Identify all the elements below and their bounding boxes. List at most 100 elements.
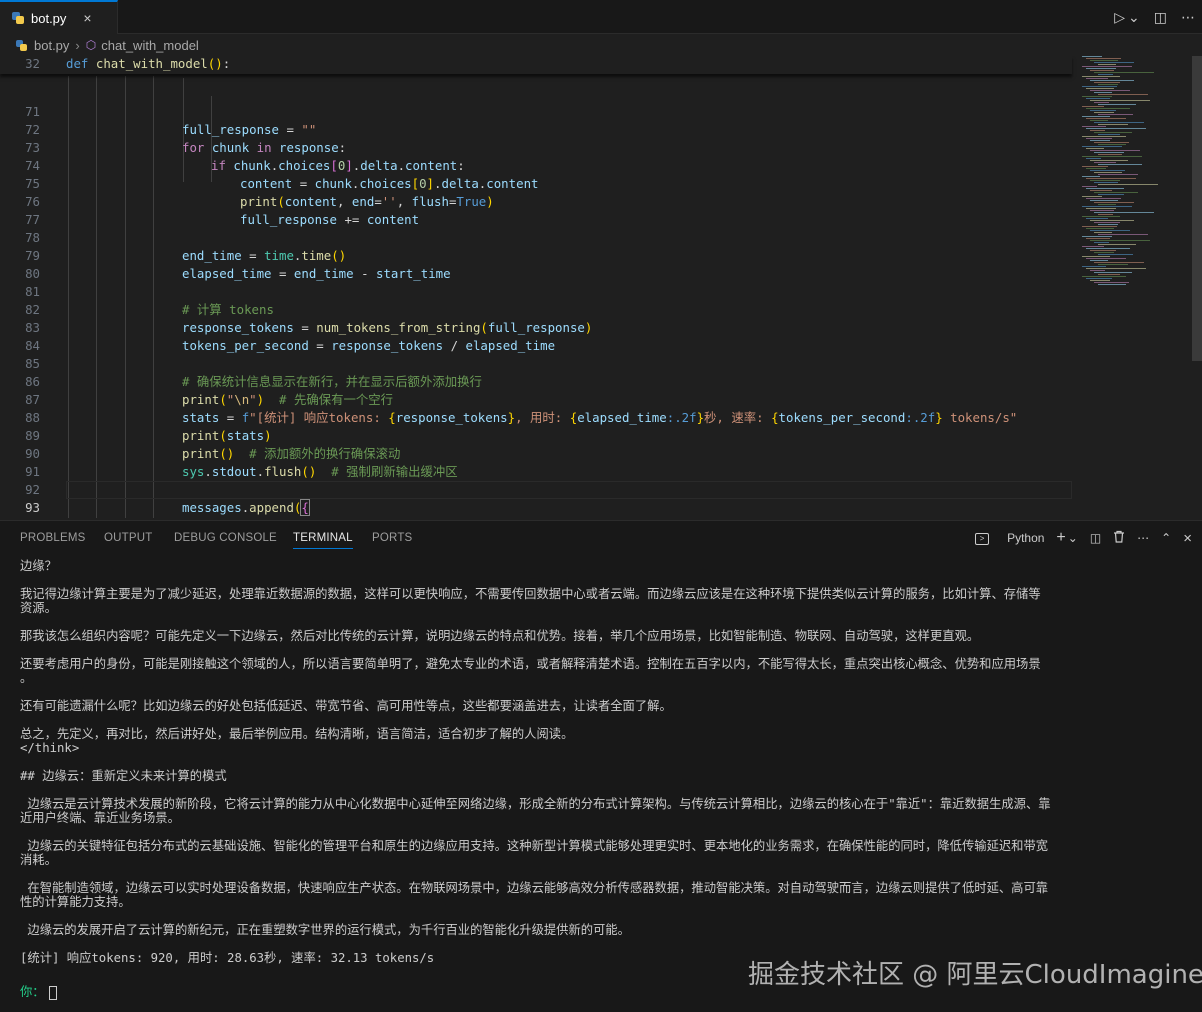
maximize-panel-icon[interactable]: ⌃ <box>1161 531 1171 545</box>
code-line[interactable]: 71 full_response = "" <box>0 85 1072 137</box>
editor-scrollbar[interactable] <box>1192 56 1202 361</box>
code-line[interactable]: 81 # 计算 tokens <box>0 265 1072 317</box>
minimap-line <box>1094 212 1154 213</box>
minimap-line <box>1098 74 1113 75</box>
code-line[interactable]: 91 <box>0 445 1072 479</box>
more-actions-icon[interactable]: ⋯ <box>1137 531 1149 545</box>
chevron-down-icon[interactable]: ⌄ <box>1068 531 1078 545</box>
close-panel-icon[interactable]: × <box>1183 530 1192 547</box>
minimap-line <box>1090 260 1108 261</box>
terminal-shell-selector[interactable]: > Python <box>963 531 1044 545</box>
code-line[interactable]: 90 sys.stdout.flush() # 强制刷新输出缓冲区 <box>0 427 1072 479</box>
terminal-line: ## 边缘云：重新定义未来计算的模式 <box>20 769 227 783</box>
code-line[interactable]: 78 end_time = time.time() <box>0 211 1072 263</box>
minimap-line <box>1086 188 1124 189</box>
minimap-line <box>1098 194 1124 195</box>
chevron-down-icon[interactable]: ⌄ <box>1128 9 1140 26</box>
minimap-line <box>1094 112 1114 113</box>
split-editor-icon[interactable]: ◫ <box>1154 9 1167 26</box>
minimap-line <box>1086 178 1136 179</box>
prompt-label: 你： <box>20 985 45 999</box>
minimap-line <box>1090 100 1150 101</box>
minimap-line <box>1086 198 1121 199</box>
tab-output[interactable]: OUTPUT <box>104 532 152 544</box>
code-line[interactable]: 77 <box>0 193 1072 227</box>
minimap-line <box>1090 200 1118 201</box>
code-line[interactable]: 85 # 确保统计信息显示在新行，并在显示后额外添加换行 <box>0 337 1072 389</box>
minimap-line <box>1086 268 1146 269</box>
minimap-line <box>1082 226 1117 227</box>
code-line[interactable]: 76 full_response += content <box>0 175 1072 227</box>
terminal-line: 边缘云的发展开启了云计算的新纪元，正在重塑数字世界的运行模式，为千行百业的智能化… <box>20 923 630 937</box>
code-line-active[interactable]: 93 'role': 'assistant', <box>0 481 1072 515</box>
code-line[interactable]: 83 tokens_per_second = response_tokens /… <box>0 301 1072 353</box>
tab-problems[interactable]: PROBLEMS <box>20 532 86 544</box>
code-line[interactable]: 94 'content': full_response <box>0 499 1072 517</box>
tab-terminal[interactable]: TERMINAL <box>293 532 353 549</box>
minimap-line <box>1094 122 1144 123</box>
minimap-line <box>1094 142 1129 143</box>
minimap-line <box>1082 136 1126 137</box>
code-line[interactable]: 73 if chunk.choices[0].delta.content: <box>0 121 1072 173</box>
code-line[interactable]: 75 print(content, end='', flush=True) <box>0 157 1072 209</box>
minimap-line <box>1082 56 1102 57</box>
minimap-line <box>1082 166 1108 167</box>
terminal-cursor <box>48 985 57 1000</box>
minimap-line <box>1086 258 1126 259</box>
minimap-line <box>1082 266 1106 267</box>
terminal-line: 资源。 <box>20 601 57 615</box>
code-line[interactable]: 72 for chunk in response: <box>0 103 1072 155</box>
breadcrumb-file[interactable]: bot.py <box>34 38 69 53</box>
code-line[interactable]: 84 <box>0 319 1072 353</box>
minimap-line <box>1094 232 1112 233</box>
minimap-line <box>1086 58 1121 59</box>
tab-bot-py[interactable]: bot.py × <box>0 0 118 34</box>
tab-ports[interactable]: PORTS <box>372 532 412 544</box>
new-terminal-icon[interactable]: + <box>1056 529 1065 547</box>
minimap-line <box>1082 216 1120 217</box>
split-terminal-icon[interactable]: ◫ <box>1090 531 1101 545</box>
minimap-line <box>1090 220 1134 221</box>
code-editor[interactable]: 32 def chat_with_model(): 71 full_respon… <box>0 56 1202 518</box>
terminal-line: 边缘云是云计算技术发展的新阶段，它将云计算的能力从中心化数据中心延伸至网络边缘，… <box>20 797 1051 811</box>
minimap[interactable] <box>1078 56 1188 296</box>
minimap-line <box>1090 120 1108 121</box>
minimap-line <box>1086 168 1106 169</box>
panel-tab-bar: PROBLEMS OUTPUT DEBUG CONSOLE TERMINAL P… <box>0 521 1202 557</box>
code-line[interactable]: 89 print() # 添加额外的换行确保滚动 <box>0 409 1072 461</box>
terminal-line: 那我该怎么组织内容呢？可能先定义一下边缘云，然后对比传统的云计算，说明边缘云的特… <box>20 629 980 643</box>
minimap-line <box>1082 116 1110 117</box>
sticky-scroll-header[interactable]: 32 def chat_with_model(): <box>0 56 1072 74</box>
minimap-line <box>1094 282 1129 283</box>
minimap-line <box>1082 176 1100 177</box>
minimap-line <box>1094 262 1144 263</box>
minimap-line <box>1094 102 1109 103</box>
run-icon[interactable]: ▷ <box>1114 9 1125 26</box>
minimap-line <box>1082 196 1102 197</box>
code-line[interactable]: 79 elapsed_time = end_time - start_time <box>0 229 1072 281</box>
breadcrumb-symbol[interactable]: chat_with_model <box>101 38 199 53</box>
code-line[interactable]: 92 messages.append({ <box>0 463 1072 516</box>
minimap-line <box>1086 88 1114 89</box>
code-line[interactable]: 80 <box>0 247 1072 281</box>
minimap-line <box>1090 170 1125 171</box>
minimap-line <box>1086 278 1112 279</box>
tab-debug-console[interactable]: DEBUG CONSOLE <box>174 532 277 544</box>
minimap-line <box>1098 144 1126 145</box>
code-line[interactable]: 86 print("\n") # 先确保有一个空行 <box>0 355 1072 407</box>
terminal-line: </think> <box>20 741 80 755</box>
editor-tab-bar: bot.py × ▷ ⌄ ◫ ⋯ <box>0 0 1202 34</box>
code-line[interactable]: 82 response_tokens = num_tokens_from_str… <box>0 283 1072 335</box>
terminal-line: 在智能制造领域，边缘云可以实时处理设备数据，快速响应生产状态。在物联网场景中，边… <box>20 881 1049 895</box>
code-line[interactable]: 88 print(stats) <box>0 391 1072 443</box>
minimap-line <box>1082 156 1142 157</box>
minimap-line <box>1094 152 1124 153</box>
minimap-line <box>1090 240 1150 241</box>
close-icon[interactable]: × <box>83 10 91 26</box>
minimap-line <box>1090 130 1105 131</box>
code-line[interactable]: 87 stats = f"[统计] 响应tokens: {response_to… <box>0 373 1072 425</box>
more-actions-icon[interactable]: ⋯ <box>1181 9 1195 26</box>
code-line[interactable]: 74 content = chunk.choices[0].delta.cont… <box>0 139 1072 191</box>
minimap-line <box>1082 86 1117 87</box>
trash-icon[interactable] <box>1113 530 1125 546</box>
